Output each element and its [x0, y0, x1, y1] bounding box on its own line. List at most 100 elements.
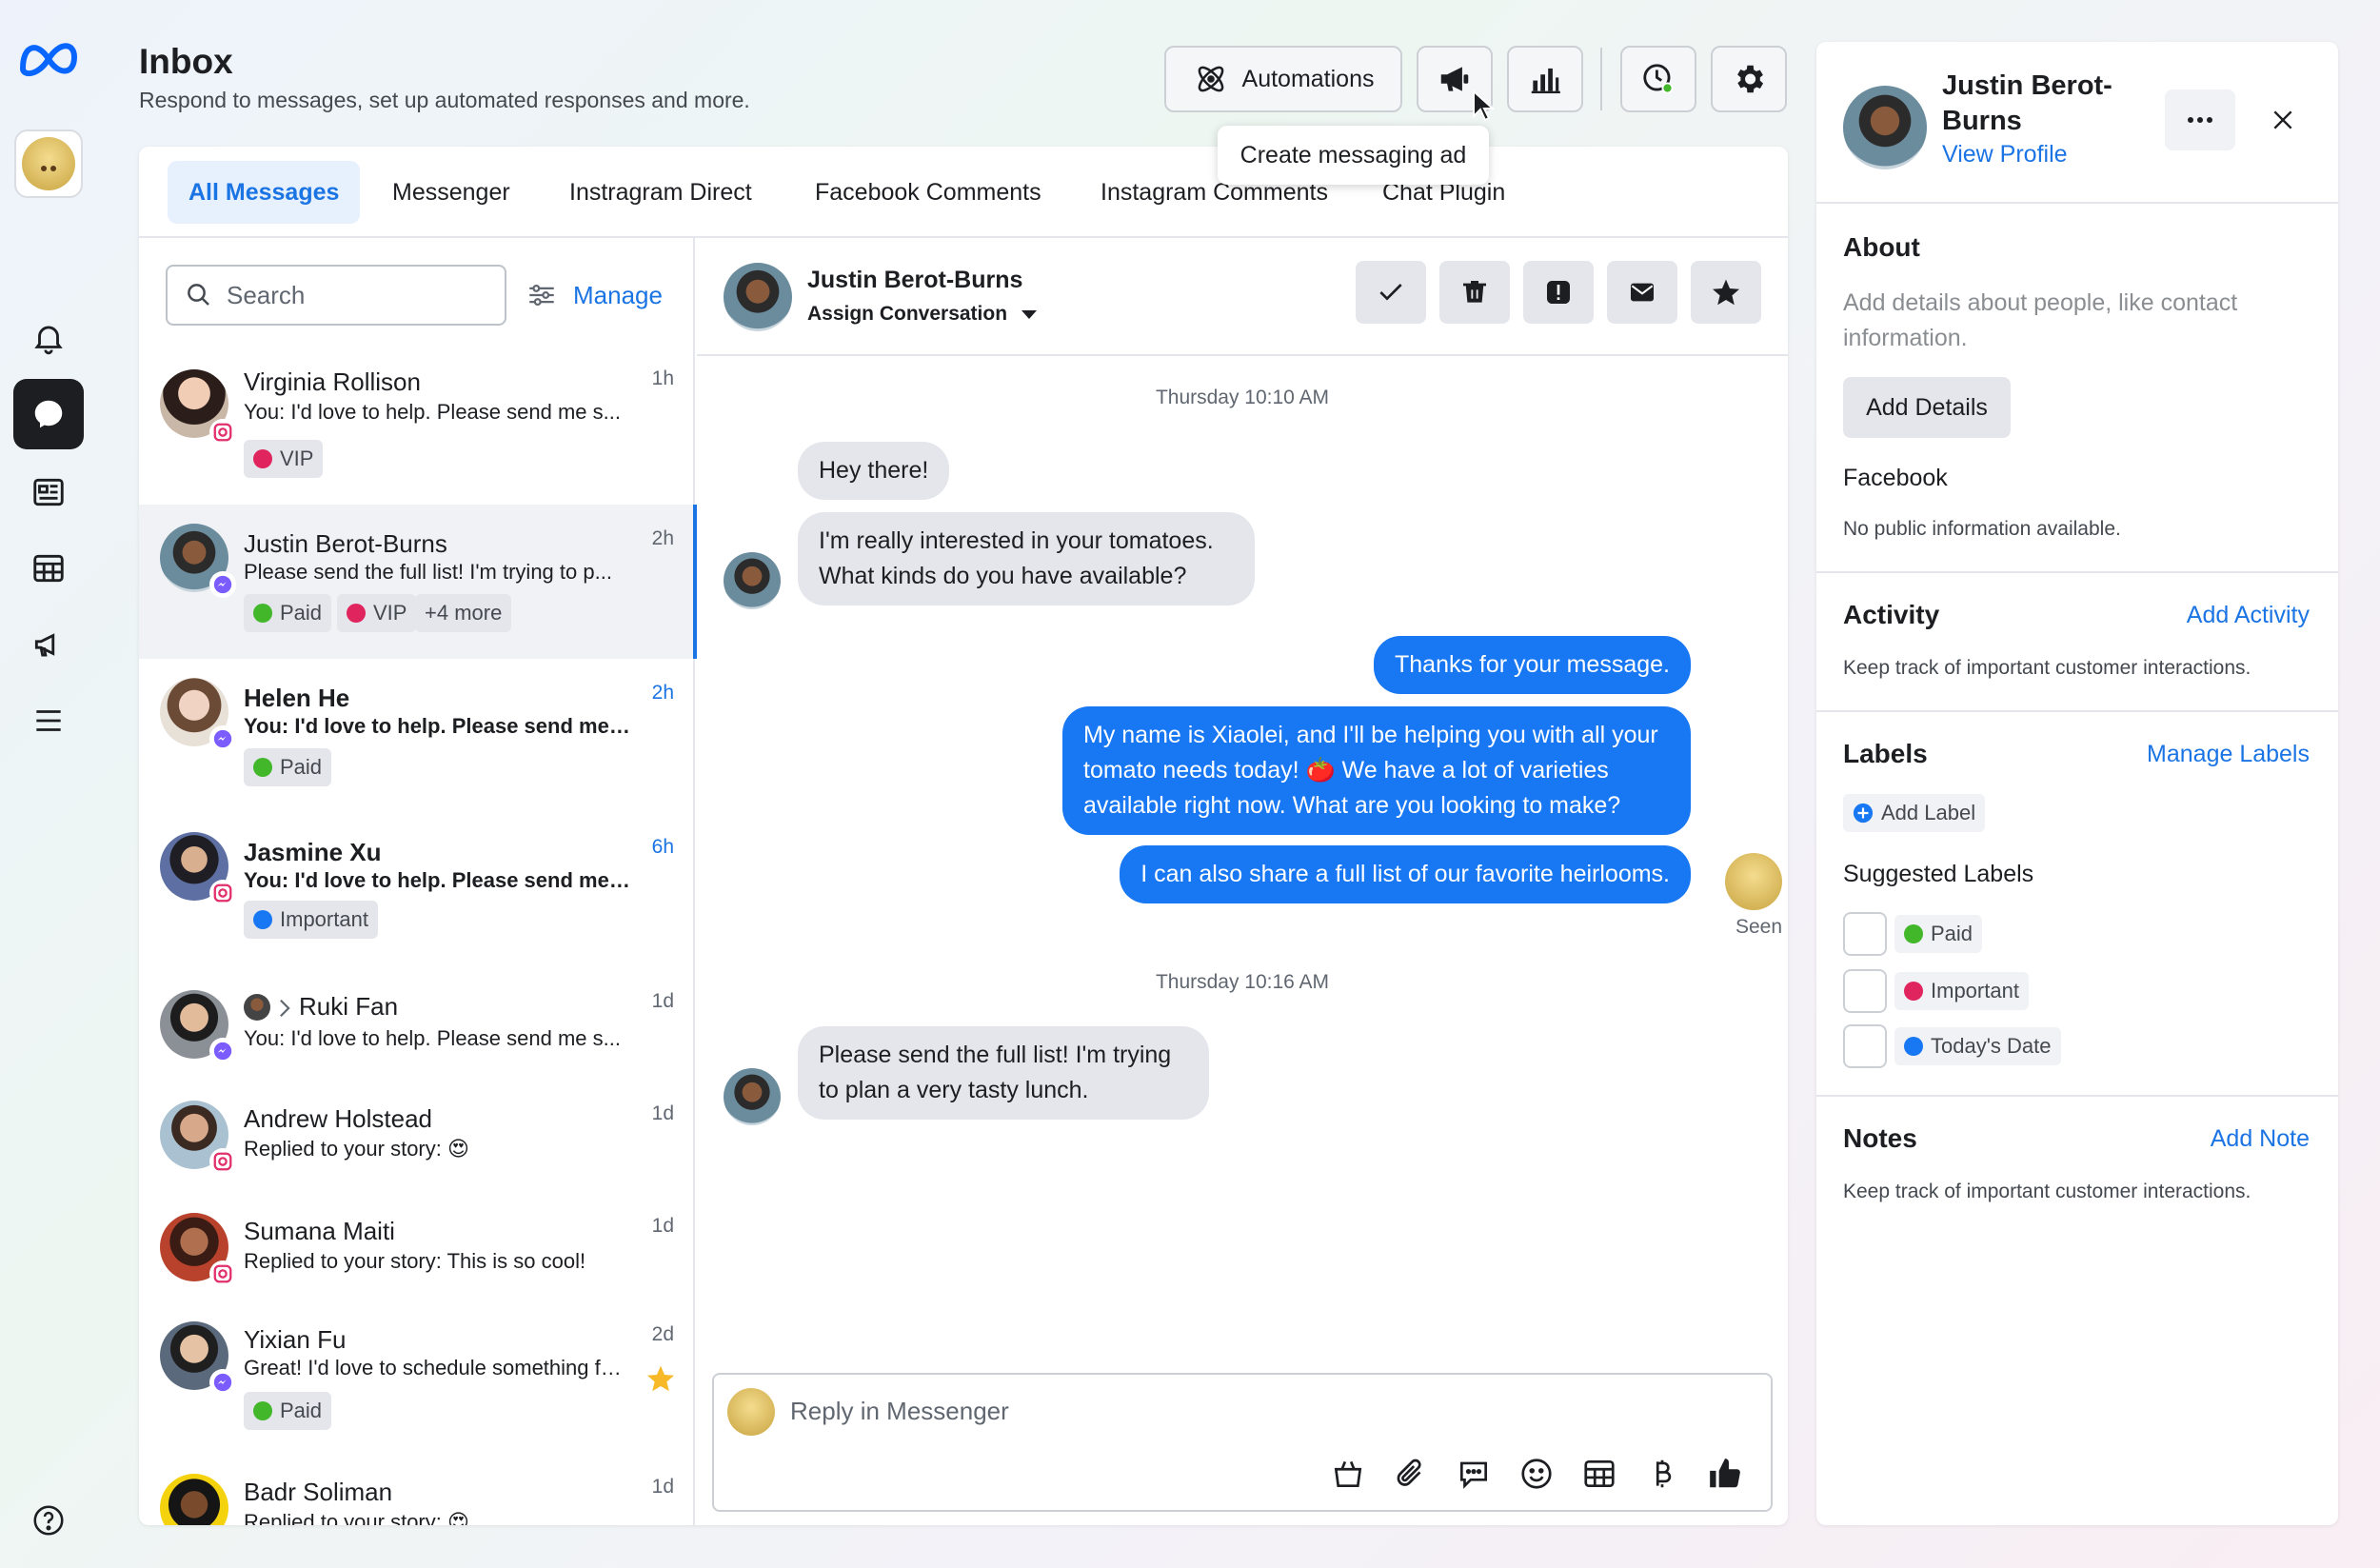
message-preview: You: I'd love to help. Please send me s.…: [244, 400, 621, 424]
tab-facebook-comments[interactable]: Facebook Comments: [794, 161, 1062, 224]
label-chip: Paid: [244, 1392, 332, 1430]
label-text: Important: [280, 907, 368, 931]
more-labels-chip[interactable]: +4 more: [415, 594, 512, 632]
facebook-info-text: No public information available.: [1843, 518, 2121, 540]
view-profile-link[interactable]: View Profile: [1942, 141, 2068, 169]
attachment-icon[interactable]: [1390, 1453, 1432, 1495]
tab-messenger[interactable]: Messenger: [371, 161, 531, 224]
appointment-icon[interactable]: [1578, 1453, 1620, 1495]
star-icon[interactable]: [645, 1363, 676, 1394]
insights-button[interactable]: [1507, 46, 1583, 112]
contact-name: Badr Soliman: [244, 1478, 393, 1506]
manage-button[interactable]: Manage: [526, 265, 663, 326]
conversation-row[interactable]: Badr Soliman Replied to your story: 😍 1d: [139, 1453, 695, 1525]
search-input[interactable]: [227, 280, 493, 310]
alert-icon: [1547, 281, 1570, 304]
inbox-card: All Messages Messenger Instragram Direct…: [139, 147, 1788, 1525]
conversation-row[interactable]: Helen He You: I'd love to help. Please s…: [139, 659, 695, 811]
star-button[interactable]: [1691, 261, 1761, 324]
conversation-row[interactable]: Andrew Holstead Replied to your story: 😍…: [139, 1078, 695, 1190]
label-text: Today's Date: [1931, 1034, 2052, 1058]
label-checkbox[interactable]: [1843, 912, 1887, 956]
label-chip: Paid: [1894, 915, 1983, 953]
instagram-icon: [209, 880, 236, 906]
notifications-icon[interactable]: [13, 303, 84, 373]
search-box[interactable]: [166, 265, 506, 326]
contact-name: Justin Berot-Burns: [807, 267, 1023, 293]
assign-conversation-dropdown[interactable]: Assign Conversation: [807, 303, 1038, 326]
gear-icon: [1737, 65, 1764, 93]
manage-labels-link[interactable]: Manage Labels: [2147, 741, 2310, 768]
incoming-message: I'm really interested in your tomatoes. …: [798, 512, 1255, 605]
caret-down-icon: [1021, 310, 1037, 319]
mark-done-button[interactable]: [1356, 261, 1426, 324]
suggested-label-row[interactable]: Important: [1843, 969, 2029, 1013]
conversation-pane: Justin Berot-Burns Assign Conversation T…: [697, 238, 1788, 1525]
suggested-label-row[interactable]: Today's Date: [1843, 1024, 2061, 1068]
outgoing-message: I can also share a full list of our favo…: [1120, 845, 1691, 903]
planner-icon[interactable]: [13, 533, 84, 604]
label-text: Paid: [280, 1399, 323, 1422]
incoming-message: Hey there!: [798, 442, 950, 500]
timestamp: 1d: [651, 1102, 674, 1124]
payment-icon[interactable]: [1641, 1453, 1683, 1495]
posts-icon[interactable]: [13, 457, 84, 527]
meta-logo-icon[interactable]: [17, 34, 80, 82]
conversation-row[interactable]: Virginia Rollison You: I'd love to help.…: [139, 352, 695, 505]
conversation-row[interactable]: Sumana Maiti Replied to your story: This…: [139, 1190, 695, 1300]
add-note-link[interactable]: Add Note: [2211, 1125, 2310, 1153]
message-preview: You: I'd love to help. Please send me s.…: [244, 868, 634, 892]
saved-replies-icon[interactable]: [1453, 1453, 1495, 1495]
contact-avatar[interactable]: [724, 263, 792, 331]
add-activity-link[interactable]: Add Activity: [2187, 602, 2310, 629]
label-checkbox[interactable]: [1843, 969, 1887, 1013]
conversation-list: Manage Virginia Rollison You: I'd love t…: [139, 238, 697, 1525]
divider: [1816, 571, 2338, 573]
business-avatar[interactable]: [14, 129, 83, 198]
filter-sliders-icon: [529, 284, 554, 307]
notes-heading: Notes: [1843, 1123, 1917, 1153]
conversation-row[interactable]: Ruki Fan You: I'd love to help. Please s…: [139, 965, 695, 1078]
megaphone-icon[interactable]: [13, 609, 84, 680]
more-options-button[interactable]: [2165, 89, 2235, 150]
contact-avatar[interactable]: [1843, 86, 1927, 169]
automations-button[interactable]: Automations: [1164, 46, 1402, 112]
tab-instagram-direct[interactable]: Instragram Direct: [548, 161, 773, 224]
reply-input[interactable]: [790, 1392, 1647, 1430]
thumbs-up-icon[interactable]: [1704, 1453, 1746, 1495]
label-checkbox[interactable]: [1843, 1024, 1887, 1068]
conversation-row-selected[interactable]: Justin Berot-Burns Please send the full …: [139, 505, 697, 659]
delete-button[interactable]: [1439, 261, 1510, 324]
settings-button[interactable]: [1711, 46, 1787, 112]
help-icon[interactable]: [13, 1485, 84, 1556]
conversation-row[interactable]: Yixian Fu Great! I'd love to schedule so…: [139, 1300, 695, 1453]
activity-text: Keep track of important customer interac…: [1843, 657, 2251, 679]
incoming-message: Please send the full list! I'm trying to…: [798, 1026, 1209, 1120]
toolbar-divider: [1600, 48, 1602, 110]
conversation-row[interactable]: Jasmine Xu You: I'd love to help. Please…: [139, 811, 695, 965]
away-status-button[interactable]: [1620, 46, 1696, 112]
clock-icon: [1643, 64, 1674, 94]
add-details-button[interactable]: Add Details: [1843, 377, 2011, 438]
suggested-label-row[interactable]: Paid: [1843, 912, 1983, 956]
emoji-icon[interactable]: [1516, 1453, 1557, 1495]
label-text: VIP: [373, 601, 407, 625]
add-label-text: Add Label: [1881, 801, 1976, 824]
label-chip: VIP: [244, 440, 324, 478]
tab-all-messages[interactable]: All Messages: [168, 161, 361, 224]
shop-icon[interactable]: [1327, 1453, 1369, 1495]
mark-spam-button[interactable]: [1523, 261, 1594, 324]
close-panel-button[interactable]: [2264, 101, 2302, 139]
date-stamp: Thursday 10:16 AM: [1155, 971, 1330, 993]
mark-unread-button[interactable]: [1607, 261, 1677, 324]
label-chip: Paid: [244, 594, 332, 632]
inbox-icon[interactable]: [13, 379, 84, 449]
megaphone-icon: [1440, 67, 1469, 91]
add-label-button[interactable]: Add Label: [1843, 794, 1986, 832]
menu-icon[interactable]: [13, 685, 84, 756]
star-icon: [1713, 279, 1739, 306]
notes-text: Keep track of important customer interac…: [1843, 1181, 2251, 1202]
message-preview: Replied to your story: This is so cool!: [244, 1249, 586, 1273]
message-preview: Please send the full list! I'm trying to…: [244, 560, 612, 584]
label-chip: Important: [1894, 972, 2029, 1010]
